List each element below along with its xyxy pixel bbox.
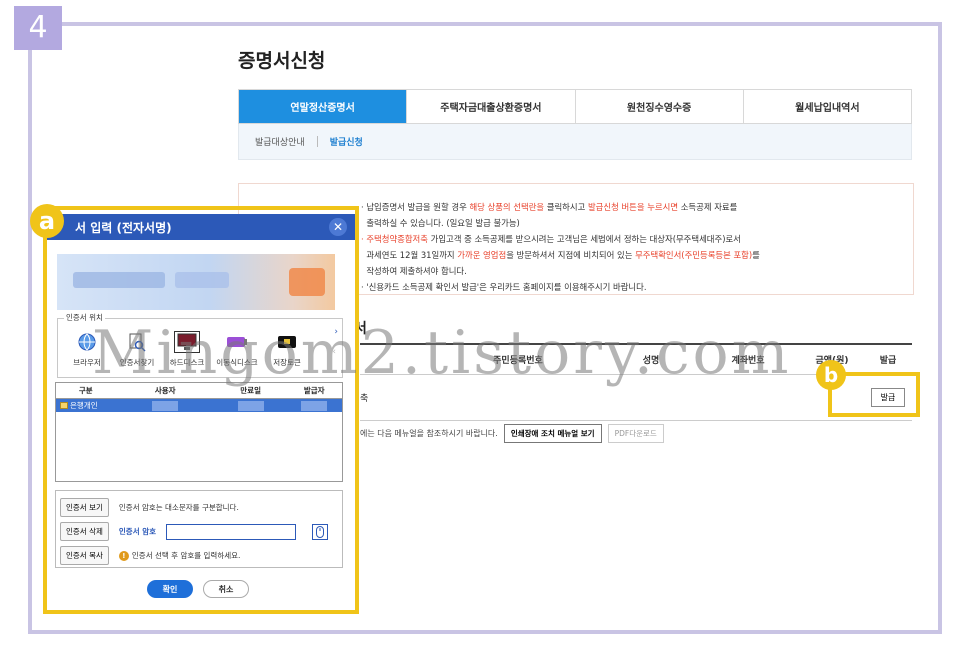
print-manual-button[interactable]: 인쇄장애 조치 메뉴얼 보기	[503, 424, 602, 443]
cancel-button[interactable]: 취소	[203, 580, 249, 598]
delete-certificate-button[interactable]: 인증서 삭제	[60, 522, 109, 541]
location-find[interactable]: 인증서찾기	[112, 331, 162, 368]
location-label: 이동식디스크	[216, 358, 258, 367]
location-browser[interactable]: 브라우저	[62, 331, 112, 368]
certificate-location-group: 인증서 위치 브라우저 인증서찾기 하드디스크 이동식디스크 저장토큰 › ‹	[57, 312, 343, 378]
chevron-right-icon[interactable]: ›	[334, 327, 338, 337]
product-name-cell: 축	[360, 394, 369, 404]
badge-b: b	[816, 360, 846, 390]
notice-line: 과세연도 12월 31일까지 가까운 영업점을 방문하셔서 지점에 비치되어 있…	[366, 250, 760, 260]
dialog-header: 서 입력 (전자서명) ✕	[47, 214, 355, 240]
search-document-icon	[124, 331, 150, 353]
location-removable[interactable]: 이동식디스크	[212, 331, 262, 368]
certificate-row[interactable]: 은행개인	[56, 399, 342, 412]
certificate-expiry	[215, 399, 287, 412]
pdf-download-button[interactable]: PDF다운로드	[607, 424, 664, 443]
column-header: 성명	[642, 356, 660, 366]
notice-line: · '신용카드 소득공제 확인서 발급'은 우리카드 홈페이지를 이용해주시기 …	[361, 282, 647, 292]
certificate-icon	[60, 402, 68, 409]
column-header: 주민등록번호	[493, 356, 543, 366]
monitor-icon	[174, 331, 200, 353]
security-token-icon	[274, 331, 300, 353]
warning-icon: !	[118, 550, 129, 561]
close-icon[interactable]: ✕	[329, 218, 347, 236]
step-number: 4	[14, 6, 62, 50]
tab-bar: 연말정산증명서 주택자금대출상환증명서 원천징수영수증 월세납입내역서	[238, 89, 912, 124]
help-text: 에는 다음 메뉴얼을 참조하시기 바랍니다.	[360, 429, 498, 438]
usb-drive-icon	[224, 331, 250, 353]
redacted-value	[237, 400, 264, 411]
page-title: 증명서신청	[238, 50, 326, 72]
subtab-bar: 발급대상안내 발급신청	[238, 124, 912, 160]
certificate-type-label: 은행개인	[70, 401, 98, 410]
globe-icon	[74, 331, 100, 353]
mouse-input-icon[interactable]	[312, 523, 329, 540]
table-cell	[430, 375, 606, 420]
copy-row: 인증서 복사 ! 인증서 선택 후 암호를 입력하세요.	[60, 546, 240, 565]
dialog-banner	[57, 254, 335, 310]
confirm-button[interactable]: 확인	[147, 580, 193, 598]
view-row: 인증서 보기 인증서 암호는 대소문자를 구분합니다.	[60, 498, 239, 517]
location-legend: 인증서 위치	[64, 312, 105, 323]
location-label: 하드디스크	[169, 358, 205, 367]
location-label: 저장토큰	[273, 358, 301, 367]
notice-line: 작성하여 제출하셔야 합니다.	[366, 266, 467, 276]
table-cell	[606, 375, 696, 420]
location-label: 인증서찾기	[119, 358, 155, 367]
password-row: 인증서 삭제 인증서 암호	[60, 522, 329, 541]
banner-blur	[73, 272, 165, 288]
column-header: 발급자	[303, 386, 325, 395]
warning-text: 인증서 선택 후 암호를 입력하세요.	[131, 551, 241, 560]
column-header: 사용자	[154, 386, 176, 395]
help-row: 에는 다음 메뉴얼을 참조하시기 바랍니다. 인쇄장애 조치 메뉴얼 보기 PD…	[360, 424, 664, 443]
certificate-actions-panel: 인증서 보기 인증서 암호는 대소문자를 구분합니다. 인증서 삭제 인증서 암…	[55, 490, 343, 568]
location-label: 브라우저	[73, 358, 101, 367]
certificate-list-header: 구분 사용자 만료일 발급자	[56, 383, 342, 399]
banner-blur	[289, 268, 325, 296]
warning-message: ! 인증서 선택 후 암호를 입력하세요.	[118, 550, 241, 561]
subtab-divider	[316, 136, 318, 147]
redacted-value	[152, 400, 179, 411]
column-header: 발급	[879, 356, 897, 366]
subtab-eligibility[interactable]: 발급대상안내	[255, 135, 305, 148]
certificate-issuer	[286, 399, 342, 412]
dialog-title: 서 입력 (전자서명)	[75, 220, 172, 235]
certificate-list: 구분 사용자 만료일 발급자 은행개인	[55, 382, 343, 482]
password-label: 인증서 암호	[118, 527, 157, 536]
view-certificate-button[interactable]: 인증서 보기	[60, 498, 109, 517]
certificate-user	[116, 399, 215, 412]
badge-a: a	[30, 204, 64, 238]
column-header: 계좌번호	[731, 356, 765, 366]
copy-certificate-button[interactable]: 인증서 복사	[60, 546, 109, 565]
tab-housing-loan-certificate[interactable]: 주택자금대출상환증명서	[406, 90, 575, 123]
case-note: 인증서 암호는 대소문자를 구분합니다.	[118, 503, 239, 512]
column-header: 구분	[78, 386, 93, 395]
certificate-dialog: 서 입력 (전자서명) ✕ 인증서 위치 브라우저 인증서찾기 하드디스크 이동…	[47, 214, 355, 610]
notice-line: 출력하실 수 있습니다. (일요일 발급 불가능)	[366, 218, 520, 228]
password-input[interactable]	[166, 523, 297, 540]
banner-blur	[175, 272, 229, 288]
location-token[interactable]: 저장토큰	[262, 331, 312, 368]
tab-withholding-receipt[interactable]: 원천징수영수증	[574, 90, 743, 123]
table-cell	[696, 375, 800, 420]
subtab-apply[interactable]: 발급신청	[330, 135, 363, 148]
column-header: 만료일	[240, 386, 261, 395]
location-harddisk[interactable]: 하드디스크	[162, 331, 212, 368]
redacted-value	[301, 400, 328, 411]
tab-year-end-certificate[interactable]: 연말정산증명서	[239, 90, 407, 123]
notice-line: · 납입증명서 발급을 원할 경우 해당 상품의 선택란을 클릭하시고 발급신청…	[361, 202, 738, 212]
chevron-left-icon[interactable]: ‹	[332, 347, 336, 357]
certificate-type: 은행개인	[56, 399, 116, 412]
column-header	[360, 345, 430, 374]
tab-rent-payment[interactable]: 월세납입내역서	[742, 90, 911, 123]
notice-line: · 주택청약종합저축 가입고객 중 소득공제를 받으시려는 고객님은 세법에서 …	[361, 234, 741, 244]
